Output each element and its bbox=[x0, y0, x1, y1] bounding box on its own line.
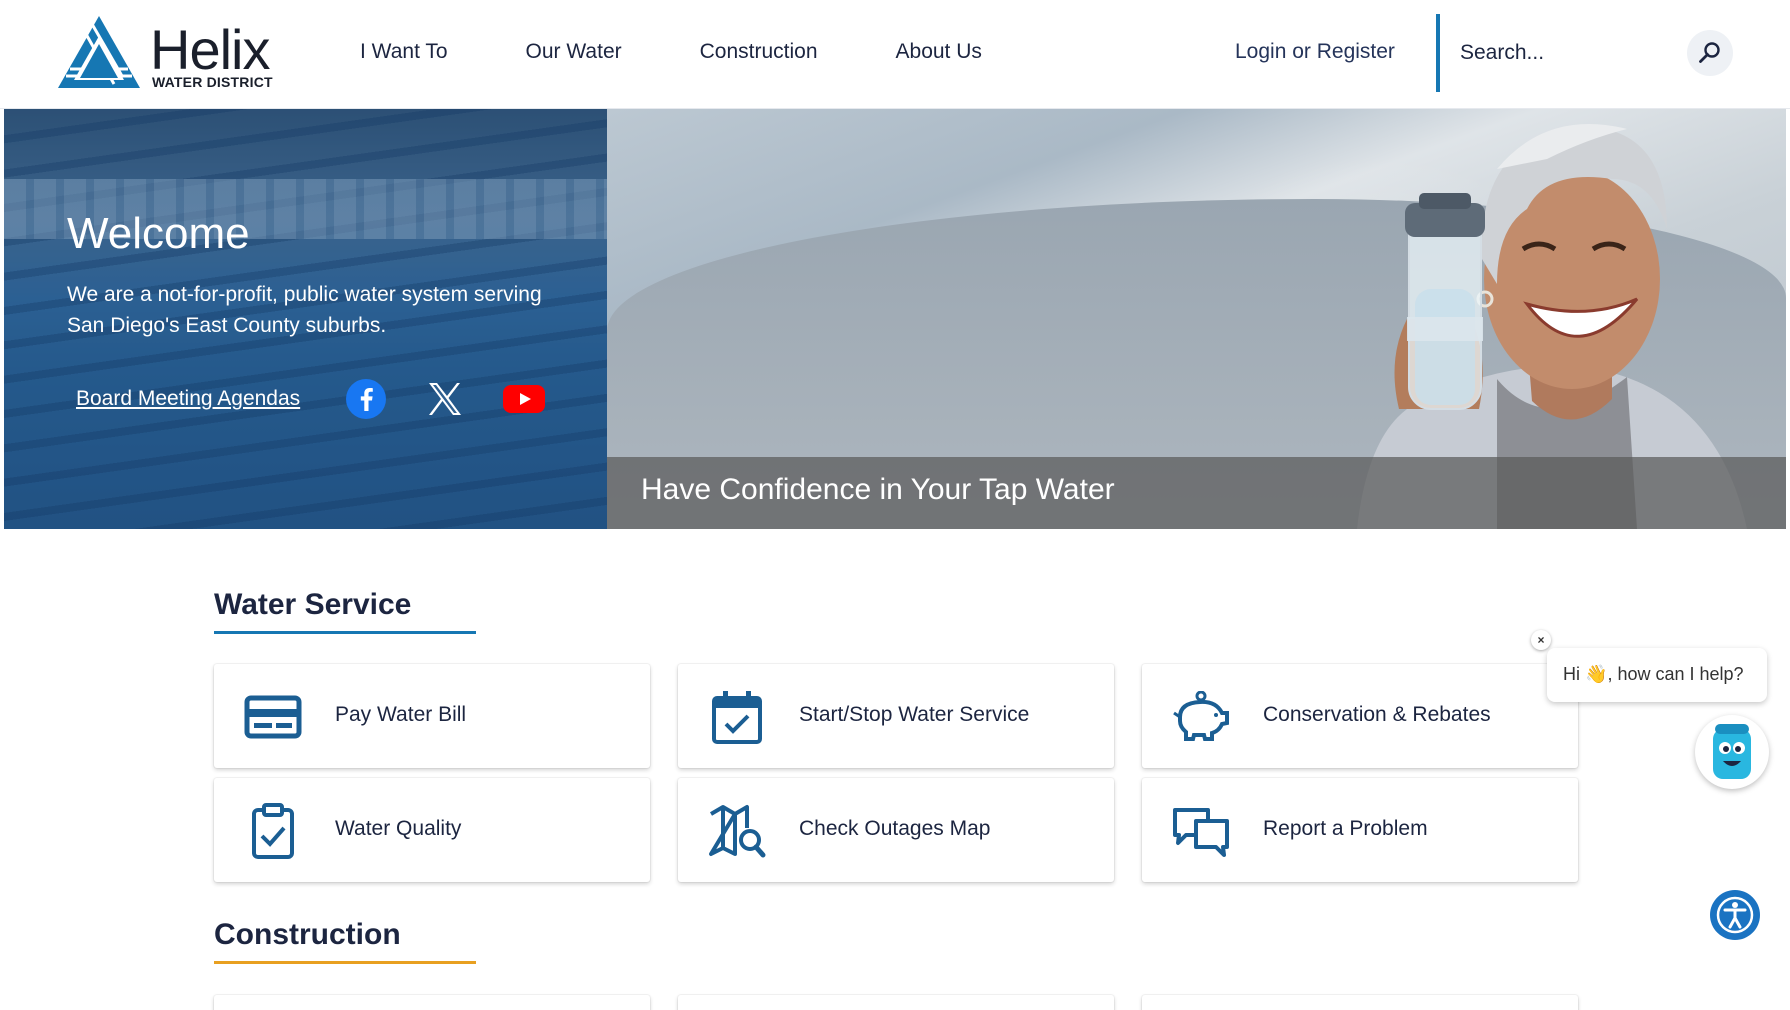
welcome-heading: Welcome bbox=[67, 209, 250, 258]
water-quality-card[interactable]: Water Quality bbox=[214, 778, 650, 882]
report-a-problem-label: Report a Problem bbox=[1263, 817, 1428, 840]
conservation-rebates-label: Conservation & Rebates bbox=[1263, 703, 1491, 726]
site-header: Helix WATER DISTRICT I Want To Our Water… bbox=[0, 0, 1790, 109]
chat-close-button[interactable]: × bbox=[1531, 630, 1551, 650]
brand-name: Helix bbox=[150, 18, 270, 81]
pay-water-bill-label: Pay Water Bill bbox=[335, 703, 467, 726]
x-icon bbox=[429, 383, 462, 415]
search-input[interactable] bbox=[1460, 30, 1680, 76]
construction-card[interactable] bbox=[214, 995, 650, 1010]
hero-description: We are a not-for-profit, public water sy… bbox=[67, 283, 542, 337]
facebook-icon bbox=[346, 379, 387, 419]
credit-card-icon bbox=[244, 688, 302, 746]
hero-caption-bar: Have Confidence in Your Tap Water bbox=[607, 457, 1786, 529]
search-icon bbox=[1699, 42, 1720, 63]
water-quality-label: Water Quality bbox=[335, 817, 462, 840]
water-drop-mascot-icon bbox=[1713, 724, 1751, 779]
helix-logo-mark-icon bbox=[58, 16, 140, 88]
piggy-bank-icon bbox=[1172, 688, 1230, 746]
header-divider bbox=[1436, 14, 1440, 92]
start-stop-water-service-card[interactable]: Start/Stop Water Service bbox=[678, 664, 1114, 768]
waving-hand-icon: 👋 bbox=[1585, 664, 1608, 684]
chat-bot-avatar[interactable] bbox=[1695, 715, 1769, 789]
report-a-problem-card[interactable]: Report a Problem bbox=[1142, 778, 1578, 882]
hero-welcome-text: Welcome We are a not-for-profit, public … bbox=[67, 209, 587, 341]
hero-banner: Welcome We are a not-for-profit, public … bbox=[4, 109, 1786, 529]
construction-heading: Construction bbox=[214, 918, 401, 951]
search-button[interactable] bbox=[1687, 30, 1733, 76]
x-link[interactable] bbox=[423, 377, 467, 421]
hero-links: Board Meeting Agendas bbox=[76, 377, 581, 421]
chat-greeting-prefix: Hi bbox=[1563, 664, 1580, 684]
construction-underline bbox=[214, 961, 476, 964]
check-outages-map-label: Check Outages Map bbox=[799, 817, 991, 840]
water-service-heading: Water Service bbox=[214, 588, 412, 621]
water-service-underline bbox=[214, 631, 476, 634]
start-stop-water-service-label: Start/Stop Water Service bbox=[799, 703, 1030, 726]
clipboard-check-icon bbox=[244, 802, 302, 860]
helix-logo[interactable]: Helix WATER DISTRICT bbox=[56, 14, 296, 94]
board-meeting-agendas-link[interactable]: Board Meeting Agendas bbox=[76, 387, 300, 411]
map-search-icon bbox=[708, 802, 766, 860]
nav-item-i-want-to[interactable]: I Want To bbox=[360, 40, 448, 64]
pay-water-bill-card[interactable]: Pay Water Bill bbox=[214, 664, 650, 768]
accessibility-icon bbox=[1716, 896, 1754, 934]
nav-item-our-water[interactable]: Our Water bbox=[526, 40, 622, 64]
check-outages-map-card[interactable]: Check Outages Map bbox=[678, 778, 1114, 882]
main-nav: I Want To Our Water Construction About U… bbox=[360, 40, 1060, 64]
nav-item-about-us[interactable]: About Us bbox=[896, 40, 982, 64]
login-register-link[interactable]: Login or Register bbox=[1235, 40, 1395, 64]
chat-greeting-suffix: , how can I help? bbox=[1607, 664, 1744, 684]
calendar-check-icon bbox=[708, 688, 766, 746]
construction-card[interactable] bbox=[678, 995, 1114, 1010]
facebook-link[interactable] bbox=[344, 377, 388, 421]
chat-bubbles-icon bbox=[1172, 802, 1230, 860]
accessibility-button[interactable] bbox=[1710, 890, 1760, 940]
youtube-link[interactable] bbox=[502, 377, 546, 421]
construction-card[interactable] bbox=[1142, 995, 1578, 1010]
conservation-rebates-card[interactable]: Conservation & Rebates bbox=[1142, 664, 1578, 768]
chat-greeting-bubble[interactable]: Hi 👋, how can I help? bbox=[1547, 648, 1767, 702]
brand-subtitle: WATER DISTRICT bbox=[152, 74, 273, 90]
nav-item-construction[interactable]: Construction bbox=[700, 40, 818, 64]
youtube-icon bbox=[503, 385, 546, 413]
hero-caption: Have Confidence in Your Tap Water bbox=[641, 473, 1115, 506]
